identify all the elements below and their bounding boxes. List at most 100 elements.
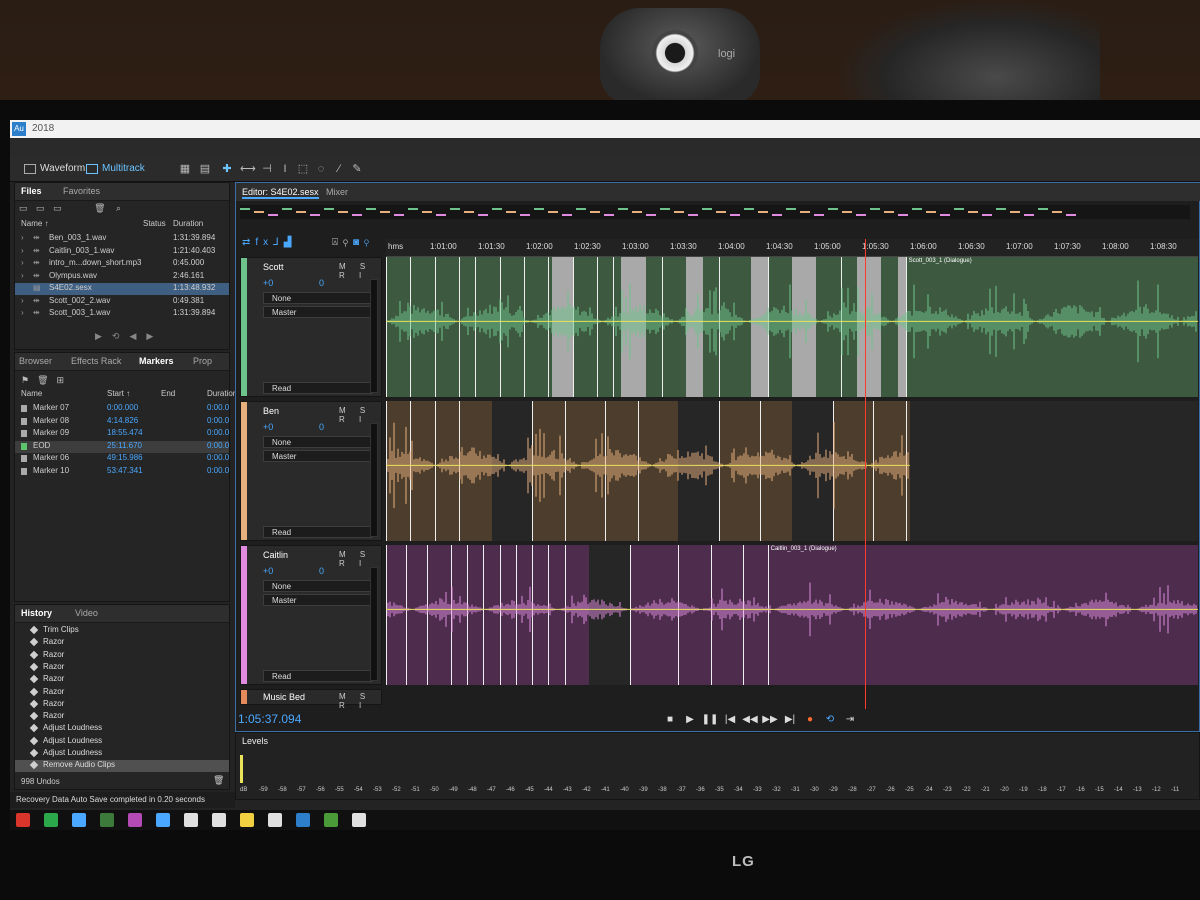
clear-history-icon[interactable]: 🗑 bbox=[213, 775, 224, 786]
file-row[interactable]: › ⇹ Olympus.wav 2:46.161 bbox=[15, 271, 229, 283]
automation-mode-select[interactable]: Read bbox=[263, 382, 373, 394]
output-select[interactable]: Master bbox=[263, 306, 373, 318]
rewind-icon[interactable]: ◀◀ bbox=[740, 714, 760, 725]
search-icon[interactable]: ⌕ bbox=[116, 203, 121, 213]
marker-row[interactable]: EOD 25:11.670 0:00.0 bbox=[15, 440, 229, 453]
input-select[interactable]: None bbox=[263, 580, 373, 592]
track-mute-solo-record[interactable]: M S R I bbox=[339, 406, 381, 424]
tab-editor[interactable]: Editor: S4E02.sesx bbox=[242, 187, 319, 199]
fast-forward-icon[interactable]: ▶▶ bbox=[760, 714, 780, 725]
session-overview[interactable] bbox=[240, 205, 1190, 219]
tab-mixer[interactable]: Mixer bbox=[326, 187, 348, 197]
history-item[interactable]: Trim Clips bbox=[15, 625, 229, 637]
track-mute-solo-record[interactable]: M S R I bbox=[339, 550, 381, 568]
pan-knob[interactable]: 0 bbox=[319, 566, 324, 576]
volume-knob[interactable]: +0 bbox=[263, 422, 273, 432]
taskbar-app-icon[interactable] bbox=[212, 813, 226, 827]
marker-row[interactable]: Marker 06 49:15.986 0:00.0 bbox=[15, 453, 229, 465]
expand-icon[interactable]: › bbox=[21, 246, 24, 255]
col-status[interactable]: Status bbox=[143, 219, 166, 228]
headphone-icon[interactable]: ◙ bbox=[353, 237, 364, 248]
marquee-icon[interactable]: ⬚ bbox=[296, 162, 310, 176]
history-item[interactable]: Adjust Loudness bbox=[15, 723, 229, 735]
loop-icon[interactable]: ⟲ bbox=[112, 331, 130, 341]
lasso-icon[interactable]: ◌ bbox=[314, 162, 328, 176]
tab-browser[interactable]: Browser bbox=[19, 356, 52, 366]
spot-heal-icon[interactable]: ✎ bbox=[350, 162, 364, 176]
razor-tool-icon[interactable]: ⊣ bbox=[260, 162, 274, 176]
import-icon[interactable]: ▭ bbox=[36, 203, 45, 213]
volume-knob[interactable]: +0 bbox=[263, 278, 273, 288]
input-select[interactable]: None bbox=[263, 436, 373, 448]
output-select[interactable]: Master bbox=[263, 450, 373, 462]
time-ruler[interactable]: hms 1:01:00 1:01:30 1:02:00 1:02:30 1:03:00 1… bbox=[386, 239, 1198, 257]
play-icon[interactable]: ▶ bbox=[680, 714, 700, 725]
delete-marker-icon[interactable]: 🗑 bbox=[37, 375, 56, 385]
col-start[interactable]: Start ↑ bbox=[107, 389, 130, 398]
volume-knob[interactable]: +0 bbox=[263, 566, 273, 576]
taskbar-app-icon[interactable] bbox=[16, 813, 30, 827]
tab-favorites[interactable]: Favorites bbox=[63, 186, 100, 196]
metronome-icon[interactable]: ⍓ bbox=[332, 237, 343, 248]
taskbar-app-icon[interactable] bbox=[352, 813, 366, 827]
tab-properties[interactable]: Prop bbox=[193, 356, 212, 366]
file-row[interactable]: › ⇹ Scott_002_2.wav 0:49.381 bbox=[15, 296, 229, 308]
track-lane-scott[interactable]: Scott_003_1 (Dialogue) bbox=[386, 257, 1198, 397]
taskbar-app-icon[interactable] bbox=[156, 813, 170, 827]
taskbar-app-icon[interactable] bbox=[44, 813, 58, 827]
history-item[interactable]: Adjust Loudness bbox=[15, 748, 229, 760]
file-row[interactable]: › ⇹ intro_m...down_short.mp3 0:45.000 bbox=[15, 258, 229, 270]
file-row[interactable]: › ⇹ Caitlin_003_1.wav 1:21:40.403 bbox=[15, 246, 229, 258]
tab-history[interactable]: History bbox=[21, 608, 52, 618]
track-name[interactable]: Caitlin bbox=[263, 550, 288, 560]
add-marker-icon[interactable]: ⚑ bbox=[21, 375, 37, 385]
track-mute-solo-record[interactable]: M S R I bbox=[339, 692, 381, 710]
file-row[interactable]: ▤ S4E02.sesx 1:13:48.932 bbox=[15, 283, 229, 295]
history-item[interactable]: Adjust Loudness bbox=[15, 736, 229, 748]
file-row[interactable]: › ⇹ Scott_003_1.wav 1:31:39.894 bbox=[15, 308, 229, 320]
waveform-mode-button[interactable]: Waveform bbox=[20, 160, 91, 178]
tab-markers[interactable]: Markers bbox=[139, 356, 174, 366]
goto-start-icon[interactable]: |◀ bbox=[720, 714, 740, 725]
history-item[interactable]: Razor bbox=[15, 637, 229, 649]
marker-row[interactable]: Marker 08 4:14.826 0:00.0 bbox=[15, 416, 229, 428]
taskbar-app-icon[interactable] bbox=[72, 813, 86, 827]
output-select[interactable]: Master bbox=[263, 594, 373, 606]
pitch-view-icon[interactable]: ▤ bbox=[198, 162, 212, 176]
time-select-icon[interactable]: I bbox=[278, 162, 292, 176]
expand-icon[interactable]: › bbox=[21, 271, 24, 280]
automation-mode-select[interactable]: Read bbox=[263, 670, 373, 682]
taskbar-app-icon[interactable] bbox=[296, 813, 310, 827]
history-item[interactable]: Razor bbox=[15, 711, 229, 723]
history-item[interactable]: Razor bbox=[15, 687, 229, 699]
pause-icon[interactable]: ❚❚ bbox=[700, 714, 720, 725]
swap-icon[interactable]: ⇄ bbox=[242, 237, 255, 248]
taskbar-app-icon[interactable] bbox=[100, 813, 114, 827]
autoplay-icon[interactable]: ◀▶ bbox=[129, 331, 163, 341]
brush-icon[interactable]: ∕ bbox=[332, 162, 346, 176]
history-item[interactable]: Remove Audio Clips bbox=[15, 760, 229, 773]
history-item[interactable]: Razor bbox=[15, 674, 229, 686]
expand-icon[interactable]: › bbox=[21, 258, 24, 267]
marker-row[interactable]: Marker 10 53:47.341 0:00.0 bbox=[15, 466, 229, 478]
col-end[interactable]: End bbox=[161, 389, 175, 398]
track-lane-ben[interactable] bbox=[386, 401, 1198, 541]
taskbar-app-icon[interactable] bbox=[128, 813, 142, 827]
tab-effects-rack[interactable]: Effects Rack bbox=[71, 356, 121, 366]
marker-row[interactable]: Marker 07 0:00.000 0:00.0 bbox=[15, 403, 229, 415]
eq-icon[interactable]: ▟ bbox=[284, 237, 297, 248]
taskbar-app-icon[interactable] bbox=[184, 813, 198, 827]
multitrack-mode-button[interactable]: Multitrack bbox=[82, 160, 151, 178]
taskbar-app-icon[interactable] bbox=[268, 813, 282, 827]
expand-icon[interactable]: › bbox=[21, 308, 24, 317]
expand-icon[interactable]: › bbox=[21, 233, 24, 242]
delete-icon[interactable]: 🗑 bbox=[94, 203, 105, 213]
play-icon[interactable]: ▶ bbox=[95, 331, 112, 341]
folder-icon[interactable]: ▭ bbox=[19, 203, 28, 213]
stop-icon[interactable]: ■ bbox=[660, 714, 680, 725]
col-duration[interactable]: Duration bbox=[173, 219, 203, 228]
input-select[interactable]: None bbox=[263, 292, 373, 304]
merge-icon[interactable]: ⊞ bbox=[57, 375, 73, 385]
track-mute-solo-record[interactable]: M S R I bbox=[339, 262, 381, 280]
col-marker-duration[interactable]: Duration bbox=[207, 389, 237, 398]
